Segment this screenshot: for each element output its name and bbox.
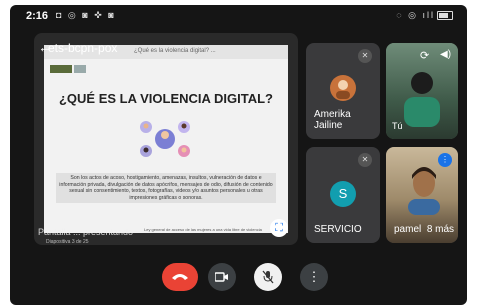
status-time: 2:16 (26, 10, 49, 22)
participant-name: SERVICIO (314, 224, 362, 235)
mic-off-icon: ✕ (358, 49, 372, 63)
meeting-code[interactable]: ets-bcpn-pox (48, 41, 117, 55)
person-face-icon (408, 167, 440, 215)
more-options-button[interactable]: ⋮ (300, 263, 328, 291)
participant-tile-amerika[interactable]: ✕ Amerika Jailine (306, 43, 380, 139)
microphone-toggle-button[interactable] (254, 263, 282, 291)
phone-screen: 2:16 ◘ ◎ ◙ ✜ ◙ ◌ ◎ ıll ¿Qué es la violen… (10, 5, 467, 305)
slide-logo-secondary-icon (74, 65, 86, 73)
end-call-button[interactable] (162, 263, 198, 291)
presentation-tile[interactable]: ¿Qué es la violencia digital? ... ¿QUÉ E… (34, 33, 298, 245)
slide-footer: Ley general de acceso de las mujeres a u… (144, 227, 262, 232)
people-illustration-icon (140, 121, 190, 157)
participant-name: pamel 8 más (394, 224, 455, 235)
camera-toggle-button[interactable] (208, 263, 236, 291)
mic-off-icon (262, 270, 274, 284)
page-indicator-bar: Diapositiva 3 de 25 (46, 239, 89, 245)
battery-icon (437, 11, 453, 21)
audio-output-icon[interactable]: ◀) (440, 49, 451, 60)
slide-logo-icon (50, 65, 72, 73)
presentation-slide: ¿Qué es la violencia digital? ... ¿QUÉ E… (44, 45, 288, 233)
participant-name: Tú (392, 121, 403, 131)
signal-icons: ◌ ◎ ıll (396, 10, 453, 21)
avatar (330, 75, 356, 101)
status-bar: 2:16 ◘ ◎ ◙ ✜ ◙ ◌ ◎ ıll (10, 5, 467, 27)
presenter-caption: Pantalla ... presentando (38, 227, 134, 237)
slide-body-text: Son los actos de acoso, hostigamiento, a… (56, 173, 276, 204)
participant-tile-self[interactable]: ⟳ ◀) Tú (386, 43, 458, 139)
call-controls: ⋮ (10, 255, 467, 305)
participant-name: Amerika Jailine (314, 109, 351, 131)
video-camera-icon (214, 272, 228, 282)
switch-camera-icon[interactable]: ⟳ (420, 49, 429, 62)
mic-off-icon: ✕ (358, 153, 372, 167)
slide-title: ¿QUÉ ES LA VIOLENCIA DIGITAL? (58, 91, 274, 106)
fullscreen-icon[interactable]: ⛶ (270, 219, 288, 237)
hangup-icon (172, 274, 188, 280)
avatar: S (330, 181, 356, 207)
speaking-indicator-icon: ⋮ (438, 153, 452, 167)
participant-tile-pamel[interactable]: ⋮ pamel 8 más (386, 147, 458, 243)
notification-icons: ◘ ◎ ◙ ✜ ◙ (56, 10, 116, 20)
participant-tile-servicio[interactable]: ✕ S SERVICIO (306, 147, 380, 243)
person-silhouette-icon (404, 72, 440, 127)
more-participants-count[interactable]: 8 más (427, 224, 454, 235)
